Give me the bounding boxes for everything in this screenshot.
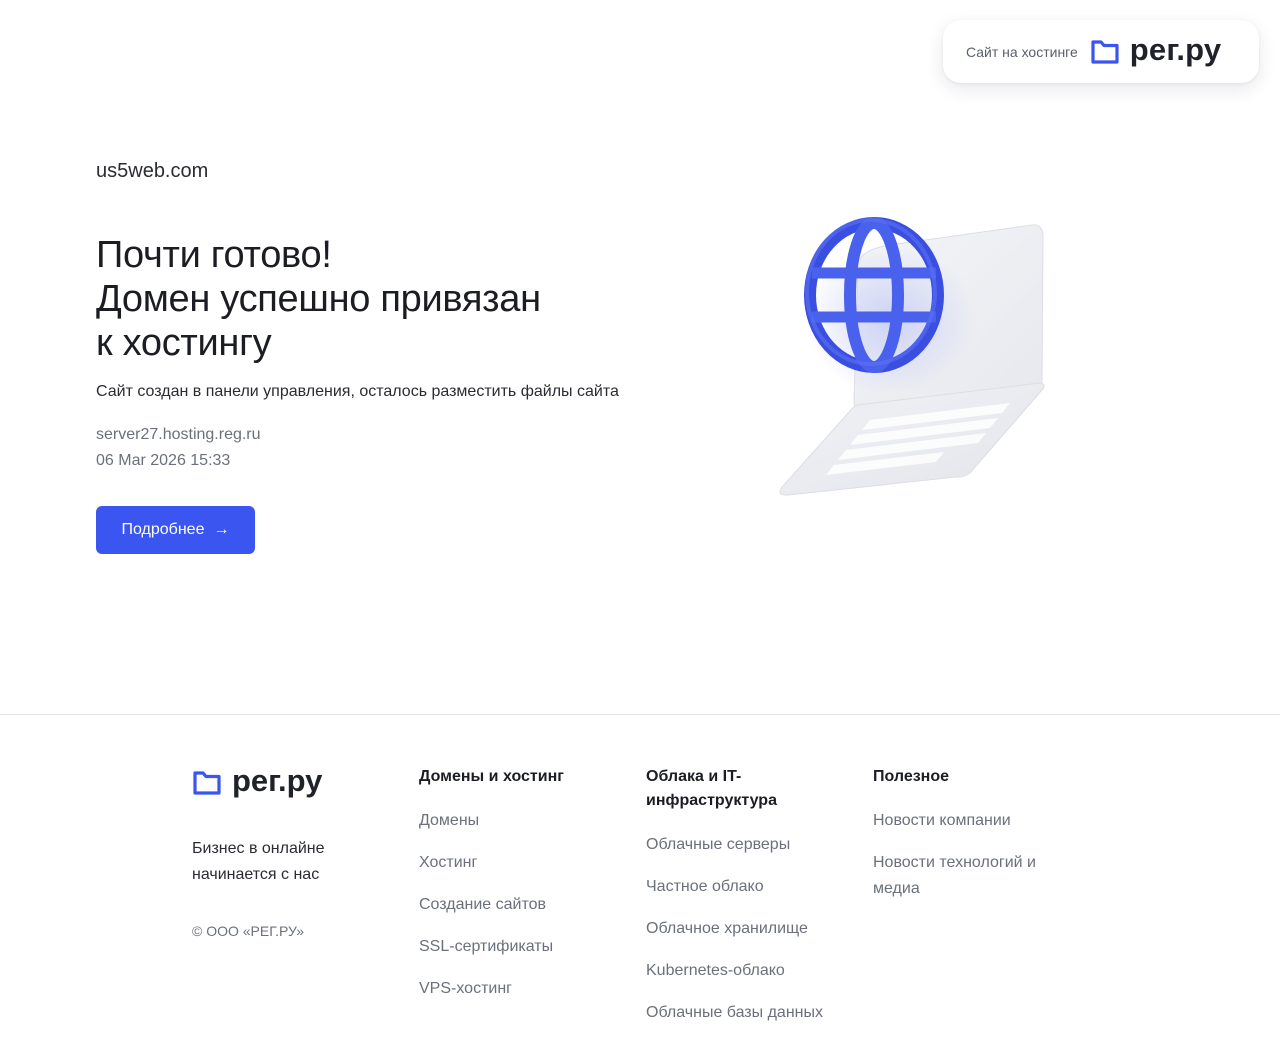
footer-link-tech-news[interactable]: Новости технологий и медиа: [873, 850, 1043, 902]
footer-logo-text: рег.ру: [232, 763, 323, 798]
footer-link-kubernetes[interactable]: Kubernetes-облако: [646, 958, 846, 984]
footer-link-hosting[interactable]: Хостинг: [419, 850, 619, 876]
footer-link-vps[interactable]: VPS-хостинг: [419, 976, 619, 1002]
tagline-line-1: Бизнес в онлайне: [192, 840, 325, 857]
footer-column-cloud: Облака и IT-инфраструктура Облачные серв…: [646, 765, 846, 1042]
page-title: Почти готово! Домен успешно привязан к х…: [96, 233, 656, 365]
footer-logo[interactable]: рег.ру: [192, 763, 322, 799]
tagline-line-2: начинается с нас: [192, 866, 320, 883]
footer-link-private-cloud[interactable]: Частное облако: [646, 874, 846, 900]
footer-link-cloud-storage[interactable]: Облачное хранилище: [646, 916, 846, 942]
footer-link-company-news[interactable]: Новости компании: [873, 808, 1073, 834]
column-title: Полезное: [873, 768, 950, 785]
copyright: © ООО «РЕГ.РУ»: [192, 923, 305, 939]
footer-link-ssl[interactable]: SSL-сертификаты: [419, 934, 619, 960]
column-title: Домены и хостинг: [419, 768, 564, 785]
badge-logo-text: рег.ру: [1129, 31, 1222, 67]
hosting-badge[interactable]: Сайт на хостинге рег.ру: [943, 20, 1259, 83]
footer-column-domains: Домены и хостинг Домены Хостинг Создание…: [419, 765, 619, 1018]
footer-link-site-builder[interactable]: Создание сайтов: [419, 892, 619, 918]
footer-link-cloud-servers[interactable]: Облачные серверы: [646, 832, 846, 858]
footer-link-cloud-db[interactable]: Облачные базы данных: [646, 1000, 846, 1026]
headline-line-1: Почти готово!: [96, 234, 332, 276]
folder-logo-icon: [193, 771, 221, 795]
badge-label: Сайт на хостинге: [966, 43, 1078, 60]
status-subtitle: Сайт создан в панели управления, осталос…: [96, 383, 619, 400]
timestamp: 06 Mar 2026 15:33: [96, 452, 231, 469]
headline-line-3: к хостингу: [96, 322, 272, 364]
server-name: server27.hosting.reg.ru: [96, 426, 261, 443]
globe-laptop-illustration: [779, 217, 1045, 496]
domain-name: us5web.com: [96, 160, 209, 182]
footer-tagline: Бизнес в онлайне начинается с нас: [192, 836, 362, 888]
column-title: Облака и IT-инфраструктура: [646, 768, 777, 809]
footer-column-useful: Полезное Новости компании Новости технол…: [873, 765, 1073, 918]
arrow-right-icon: →: [213, 521, 230, 538]
headline-line-2: Домен успешно привязан: [96, 278, 541, 320]
more-button[interactable]: Подробнее →: [96, 506, 255, 554]
more-button-label: Подробнее: [121, 521, 205, 538]
footer-link-domains[interactable]: Домены: [419, 808, 619, 834]
folder-logo-icon: [1091, 39, 1119, 64]
